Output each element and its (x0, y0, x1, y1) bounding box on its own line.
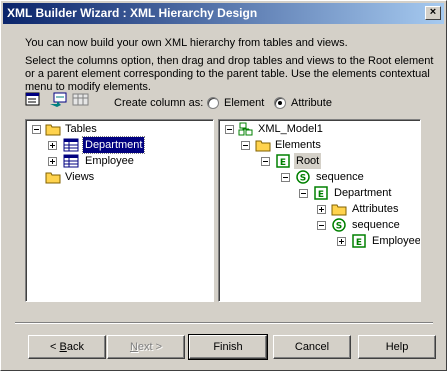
add-child-icon[interactable] (49, 92, 67, 107)
folder-icon (45, 170, 61, 187)
source-tree-panel[interactable]: Tables Department Employee Views (25, 119, 214, 302)
element-icon: E (314, 186, 328, 203)
folder-icon (45, 122, 61, 139)
next-mnemonic: N (129, 341, 138, 353)
collapse-department-toggle[interactable] (299, 189, 308, 198)
cancel-button[interactable]: Cancel (273, 335, 351, 359)
tree-item-department[interactable]: Department (332, 185, 393, 201)
create-column-label: Create column as: (114, 97, 204, 109)
close-button[interactable]: × (425, 6, 441, 20)
xml-hierarchy-tree-panel[interactable]: XML_Model1 Elements E Root S sequence E … (218, 119, 421, 302)
tree-item-attributes[interactable]: Attributes (350, 201, 400, 217)
help-button[interactable]: Help (358, 335, 436, 359)
expand-department-toggle[interactable] (48, 141, 57, 150)
columns-icon[interactable] (72, 92, 90, 107)
radio-dot (278, 101, 282, 105)
element-icon: E (276, 154, 290, 171)
radio-element-label[interactable]: Element (224, 97, 264, 109)
element-icon: E (352, 234, 366, 251)
svg-text:E: E (280, 158, 286, 168)
tree-item-sequence[interactable]: sequence (314, 169, 366, 185)
tree-item-employee[interactable]: Employee (370, 233, 420, 249)
radio-element[interactable] (207, 97, 219, 109)
description-line-4: menu to modify elements. (25, 81, 151, 92)
description-line-1: You can now build your own XML hierarchy… (25, 37, 348, 49)
tree-item-tables[interactable]: Tables (63, 121, 99, 137)
sequence-icon: S (332, 218, 346, 235)
collapse-model-toggle[interactable] (225, 125, 234, 134)
next-button[interactable]: Next > (107, 335, 185, 359)
collapse-root-toggle[interactable] (261, 157, 270, 166)
tree-item-employee[interactable]: Employee (83, 153, 136, 169)
folder-icon (255, 138, 271, 155)
svg-text:E: E (356, 238, 362, 248)
svg-text:S: S (336, 222, 342, 232)
next-rest: ext > (137, 341, 163, 353)
expand-employee-toggle[interactable] (337, 237, 346, 246)
table-icon (63, 138, 79, 155)
wizard-window: XML Builder Wizard : XML Hierarchy Desig… (0, 0, 447, 371)
description-line-3: or a parent element corresponding to the… (25, 68, 430, 80)
description-line-2: Select the columns option, then drag and… (25, 55, 434, 67)
radio-attribute-label[interactable]: Attribute (291, 97, 332, 109)
title-bar[interactable]: XML Builder Wizard : XML Hierarchy Desig… (3, 3, 444, 24)
folder-icon (331, 202, 347, 219)
sequence-icon: S (296, 170, 310, 187)
svg-text:E: E (318, 190, 324, 200)
collapse-nested-sequence-toggle[interactable] (317, 221, 326, 230)
expand-attributes-toggle[interactable] (317, 205, 326, 214)
tree-item-nested-sequence[interactable]: sequence (350, 217, 402, 233)
back-prefix: < (50, 341, 60, 353)
tree-item-root[interactable]: Root (294, 153, 322, 169)
finish-button[interactable]: Finish (188, 334, 268, 360)
properties-icon[interactable] (25, 92, 43, 107)
back-rest: ack (66, 341, 84, 353)
xml-model-icon (238, 122, 254, 139)
tree-item-elements[interactable]: Elements (273, 137, 323, 153)
collapse-sequence-toggle[interactable] (281, 173, 290, 182)
tree-item-views[interactable]: Views (63, 169, 96, 185)
expand-employee-toggle[interactable] (48, 157, 57, 166)
back-button[interactable]: < Back (28, 335, 106, 359)
radio-attribute[interactable] (274, 97, 286, 109)
collapse-tables-toggle[interactable] (32, 125, 41, 134)
button-separator (15, 322, 433, 324)
window-title: XML Builder Wizard : XML Hierarchy Desig… (7, 6, 258, 20)
tree-item-department[interactable]: Department (81, 136, 146, 154)
tree-item-xml-model[interactable]: XML_Model1 (256, 121, 325, 137)
collapse-elements-toggle[interactable] (241, 141, 250, 150)
svg-text:S: S (300, 174, 306, 184)
back-mnemonic: B (59, 341, 67, 353)
